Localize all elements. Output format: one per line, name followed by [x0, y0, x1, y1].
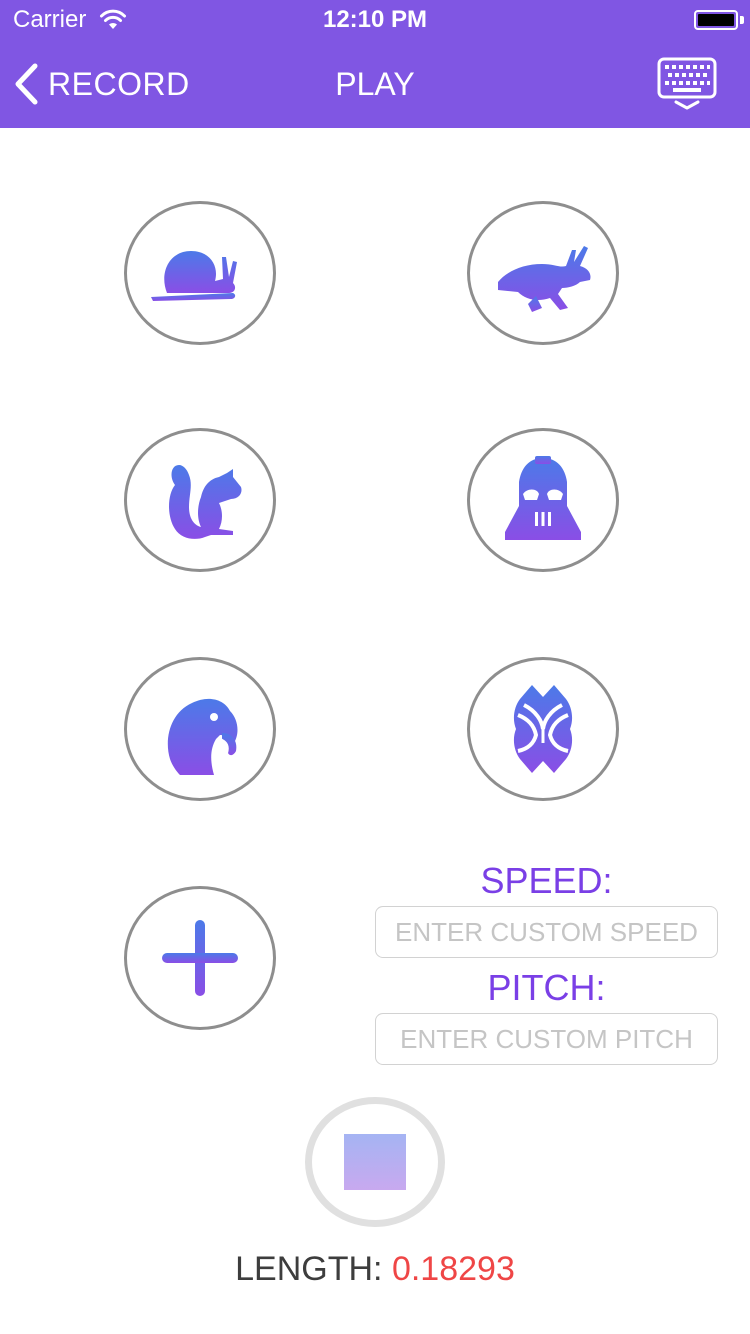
status-bar: Carrier 12:10 PM [0, 0, 750, 40]
squirrel-icon [169, 465, 242, 539]
speed-label: SPEED: [480, 860, 613, 901]
reverb-icon [513, 685, 573, 773]
parrot-effect-button[interactable] [124, 657, 276, 801]
navigation-bar: Carrier 12:10 PM RECORD PLAY [0, 0, 750, 128]
rabbit-effect-button[interactable] [467, 201, 619, 345]
darth-vader-icon [505, 456, 581, 540]
reverb-effect-button[interactable] [467, 657, 619, 801]
length-readout: LENGTH: 0.18293 [0, 1250, 750, 1289]
keyboard-dismiss-icon[interactable] [656, 56, 718, 112]
pitch-label: PITCH: [487, 967, 606, 1008]
snail-effect-button[interactable] [124, 201, 276, 345]
battery-tip [740, 16, 744, 24]
length-value: 0.18293 [391, 1250, 515, 1288]
status-time: 12:10 PM [322, 6, 428, 33]
plus-icon [162, 920, 238, 996]
custom-speed-input[interactable] [375, 906, 718, 958]
battery-icon [694, 10, 738, 30]
stop-button[interactable] [305, 1097, 445, 1227]
squirrel-effect-button[interactable] [124, 428, 276, 572]
add-effect-button[interactable] [124, 886, 276, 1030]
page-title: PLAY [335, 66, 415, 102]
length-label: LENGTH: [235, 1250, 383, 1288]
snail-icon [151, 251, 237, 301]
custom-pitch-input[interactable] [375, 1013, 718, 1065]
stop-icon [344, 1134, 406, 1190]
parrot-icon [167, 698, 238, 775]
rabbit-icon [498, 246, 591, 312]
darth-vader-effect-button[interactable] [467, 428, 619, 572]
